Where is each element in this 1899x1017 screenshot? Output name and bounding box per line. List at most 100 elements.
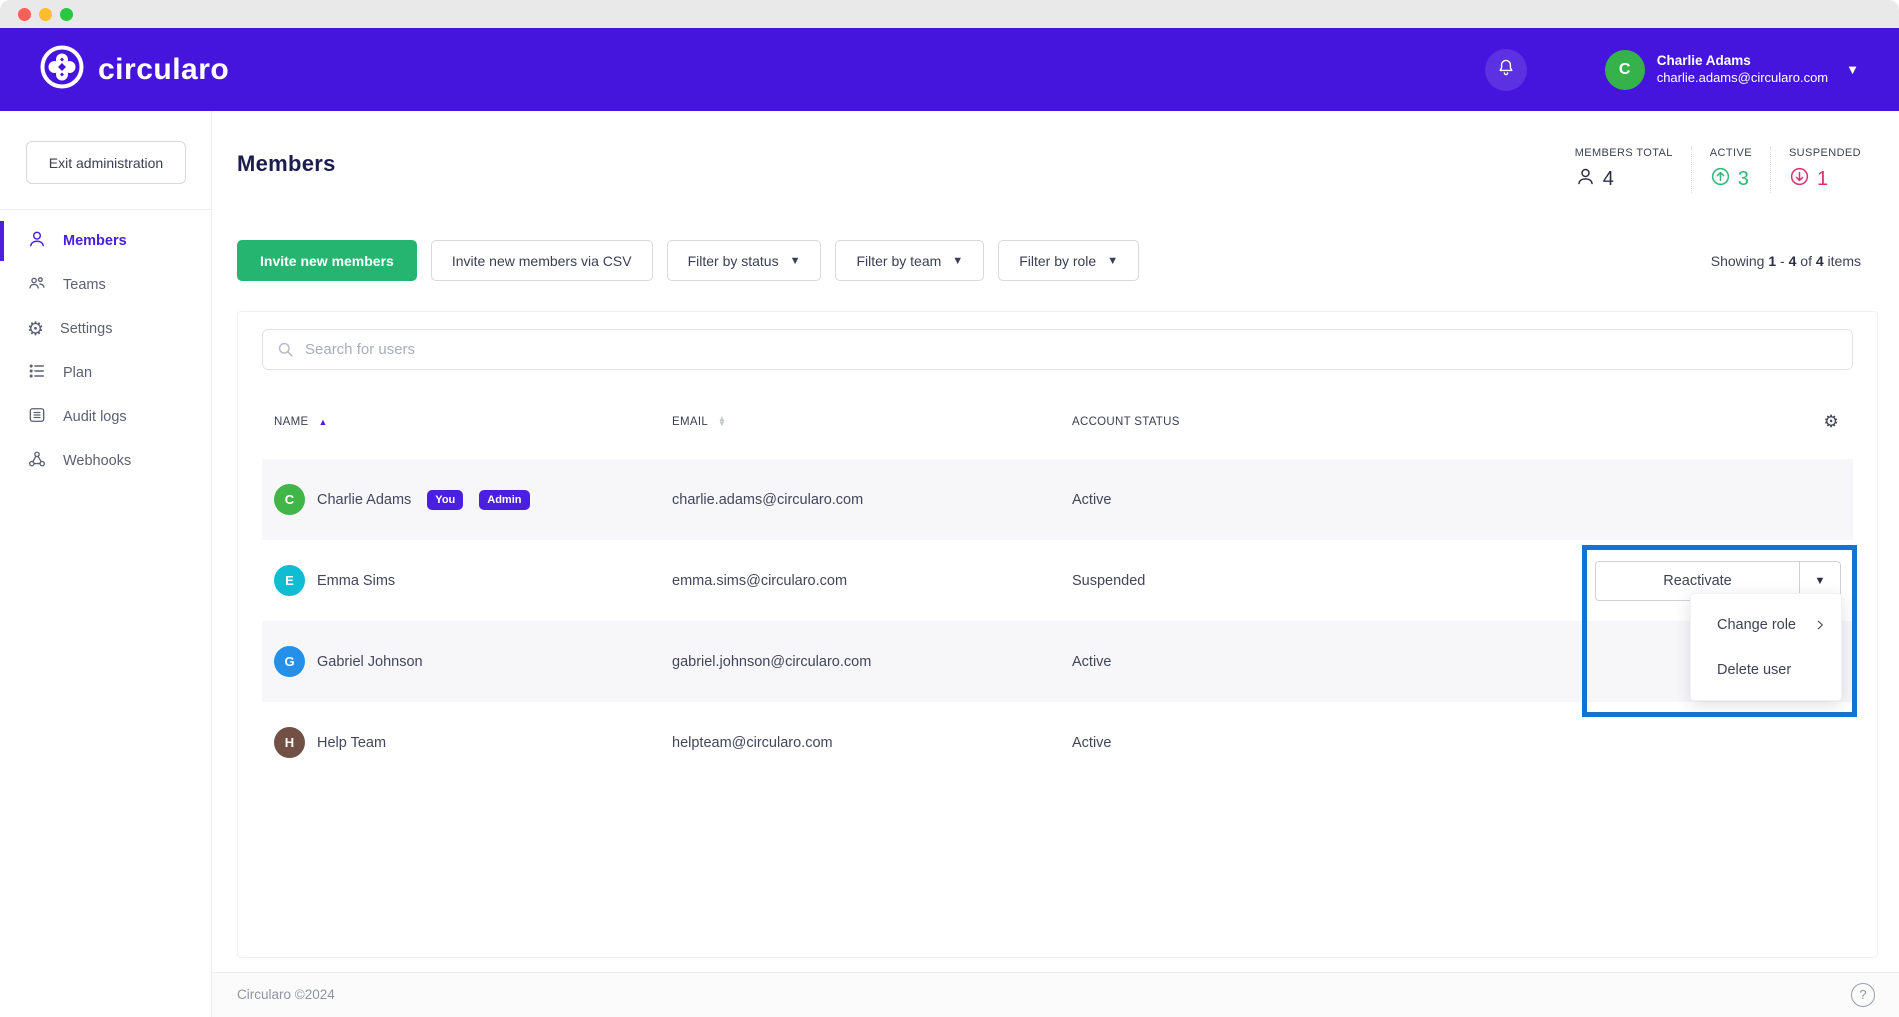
- search-input[interactable]: [262, 329, 1853, 370]
- stat-number: 1: [1817, 168, 1828, 191]
- sidebar-item-label: Members: [63, 233, 127, 249]
- stat-number: 3: [1738, 168, 1749, 191]
- filter-label: Filter by status: [688, 253, 779, 269]
- help-button[interactable]: ?: [1851, 983, 1875, 1007]
- search-container: [262, 329, 1853, 370]
- chevron-down-icon: ▼: [790, 255, 801, 267]
- user-email: charlie.adams@circularo.com: [1657, 70, 1828, 86]
- members-toolbar: Invite new members Invite new members vi…: [212, 240, 1899, 281]
- sidebar-item-audit-logs[interactable]: Audit logs: [0, 395, 211, 439]
- table-row: H Help Team helpteam@circularo.com Activ…: [262, 702, 1853, 783]
- chevron-down-icon: ▼: [952, 255, 963, 267]
- page-header: Members MEMBERS TOTAL 4: [212, 111, 1899, 193]
- column-header-name[interactable]: NAME ▲: [262, 416, 660, 428]
- sidebar-item-label: Plan: [63, 365, 92, 381]
- circularo-logo-icon: [40, 45, 84, 94]
- filter-by-team-dropdown[interactable]: Filter by team ▼: [835, 240, 984, 281]
- stat-label: MEMBERS TOTAL: [1575, 147, 1673, 159]
- brand-name: circularo: [98, 53, 229, 87]
- admin-sidebar: Exit administration Members: [0, 111, 212, 1017]
- maximize-window-button[interactable]: [60, 8, 73, 21]
- table-settings-gear-icon[interactable]: ⚙: [1823, 412, 1853, 432]
- member-stats: MEMBERS TOTAL 4 ACTIVE: [1557, 147, 1861, 193]
- sidebar-item-webhooks[interactable]: Webhooks: [0, 439, 211, 483]
- question-mark-icon: ?: [1859, 987, 1866, 1002]
- header-right: C Charlie Adams charlie.adams@circularo.…: [1485, 49, 1859, 91]
- member-name: Emma Sims: [317, 573, 395, 589]
- sidebar-item-label: Settings: [60, 321, 112, 337]
- table-row: G Gabriel Johnson gabriel.johnson@circul…: [262, 621, 1853, 702]
- you-badge: You: [427, 490, 463, 510]
- bell-icon: [1496, 57, 1516, 83]
- person-icon: [27, 229, 47, 253]
- avatar: G: [274, 646, 305, 677]
- stat-active: ACTIVE 3: [1691, 147, 1770, 193]
- notifications-button[interactable]: [1485, 49, 1527, 91]
- user-avatar[interactable]: C: [1605, 50, 1645, 90]
- menu-item-label: Delete user: [1717, 662, 1791, 678]
- user-info: Charlie Adams charlie.adams@circularo.co…: [1657, 53, 1828, 86]
- macos-titlebar: [0, 0, 1899, 28]
- member-name: Charlie Adams: [317, 492, 411, 508]
- people-icon: [27, 273, 47, 297]
- table-body: C Charlie Adams You Admin charlie.adams@…: [262, 459, 1853, 783]
- chevron-right-icon: [1813, 618, 1827, 632]
- exit-administration-button[interactable]: Exit administration: [26, 141, 186, 184]
- webhook-icon: [27, 449, 47, 473]
- sidebar-item-teams[interactable]: Teams: [0, 263, 211, 307]
- minimize-window-button[interactable]: [39, 8, 52, 21]
- sidebar-item-settings[interactable]: ⚙ Settings: [0, 307, 211, 351]
- list-icon: [27, 361, 47, 385]
- menu-item-delete-user[interactable]: Delete user: [1691, 647, 1841, 692]
- admin-badge: Admin: [479, 490, 529, 510]
- gear-icon: ⚙: [27, 320, 44, 339]
- page-title: Members: [237, 147, 336, 177]
- copyright-text: Circularo ©2024: [237, 987, 335, 1002]
- name-cell: C Charlie Adams You Admin: [262, 484, 660, 515]
- document-icon: [27, 405, 47, 429]
- table-row: E Emma Sims emma.sims@circularo.com Susp…: [262, 540, 1853, 621]
- status-cell: Suspended: [1060, 573, 1520, 589]
- arrow-up-circle-icon: [1710, 166, 1731, 193]
- email-cell: helpteam@circularo.com: [660, 735, 1060, 751]
- sidebar-nav: Members Teams ⚙ Settings: [0, 210, 211, 483]
- table-header: NAME ▲ EMAIL ▲▼ ACCOUNT STATUS ⚙: [262, 411, 1853, 433]
- stat-label: ACTIVE: [1710, 147, 1752, 159]
- close-window-button[interactable]: [18, 8, 31, 21]
- arrow-down-circle-icon: [1789, 166, 1810, 193]
- filter-label: Filter by team: [856, 253, 941, 269]
- status-cell: Active: [1060, 492, 1520, 508]
- sort-icon: ▲▼: [718, 417, 726, 427]
- email-cell: emma.sims@circularo.com: [660, 573, 1060, 589]
- members-table-card: NAME ▲ EMAIL ▲▼ ACCOUNT STATUS ⚙: [237, 311, 1878, 958]
- filter-by-role-dropdown[interactable]: Filter by role ▼: [998, 240, 1139, 281]
- sidebar-item-label: Audit logs: [63, 409, 127, 425]
- brand-logo[interactable]: circularo: [40, 45, 229, 94]
- search-icon: [276, 340, 295, 364]
- table-row: C Charlie Adams You Admin charlie.adams@…: [262, 459, 1853, 540]
- pagination-summary: Showing 1 - 4 of 4 items: [1711, 253, 1861, 269]
- name-cell: G Gabriel Johnson: [262, 646, 660, 677]
- filter-label: Filter by role: [1019, 253, 1096, 269]
- stat-value: 4: [1575, 166, 1673, 193]
- name-cell: E Emma Sims: [262, 565, 660, 596]
- sidebar-item-members[interactable]: Members: [0, 219, 211, 263]
- sort-ascending-icon: ▲: [318, 417, 327, 427]
- app-window: circularo C Charlie Adams charlie.adams@…: [0, 0, 1899, 1017]
- user-menu-caret-icon[interactable]: ▼: [1846, 62, 1859, 77]
- stat-value: 1: [1789, 166, 1861, 193]
- person-icon: [1575, 166, 1596, 193]
- user-name: Charlie Adams: [1657, 53, 1828, 70]
- invite-new-members-button[interactable]: Invite new members: [237, 240, 417, 281]
- filter-by-status-dropdown[interactable]: Filter by status ▼: [667, 240, 822, 281]
- menu-item-change-role[interactable]: Change role: [1691, 602, 1841, 647]
- column-header-status[interactable]: ACCOUNT STATUS: [1060, 416, 1520, 428]
- member-name: Gabriel Johnson: [317, 654, 423, 670]
- chevron-down-icon: ▼: [1107, 255, 1118, 267]
- page-footer: Circularo ©2024 ?: [212, 972, 1899, 1017]
- invite-via-csv-button[interactable]: Invite new members via CSV: [431, 240, 653, 281]
- sidebar-item-plan[interactable]: Plan: [0, 351, 211, 395]
- stat-suspended: SUSPENDED 1: [1770, 147, 1861, 193]
- status-cell: Active: [1060, 735, 1520, 751]
- column-header-email[interactable]: EMAIL ▲▼: [660, 416, 1060, 428]
